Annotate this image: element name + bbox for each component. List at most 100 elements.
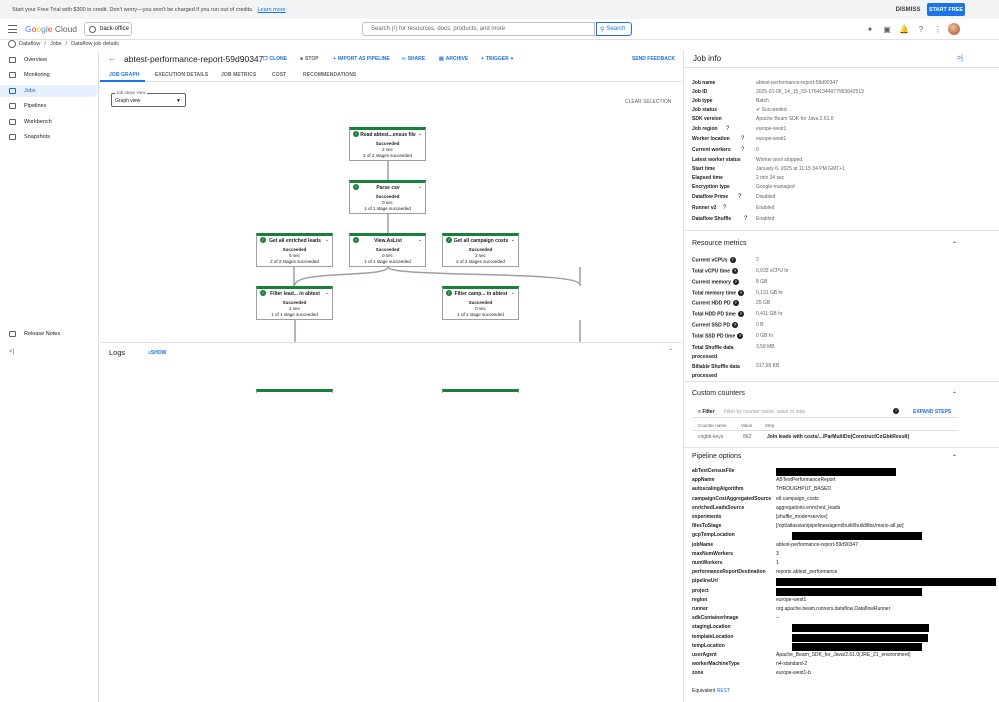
chevron-down-icon[interactable]: ⌄ xyxy=(418,237,422,243)
learn-more-link[interactable]: Learn more xyxy=(257,7,285,13)
cloud-shell-icon[interactable]: ▣ xyxy=(882,24,892,34)
graph-node[interactable]: ✓ View.AsList ⌄ Succeeded 0 sec 1 of 1 s… xyxy=(349,233,426,267)
info-key: Current workers xyxy=(692,147,731,153)
help-icon[interactable]: ? xyxy=(916,24,926,34)
sidebar-item-jobs[interactable]: Jobs xyxy=(0,85,98,97)
filter-input[interactable]: Filter by counter name, value or step xyxy=(724,409,805,415)
stop-icon: ■ xyxy=(300,56,304,62)
tab-bar: JOB GRAPH EXECUTION DETAILS JOB METRICS … xyxy=(100,70,682,82)
rest-link[interactable]: REST xyxy=(717,688,730,694)
sidebar-item-pipelines[interactable]: Pipelines xyxy=(0,100,99,112)
redacted-value xyxy=(792,633,928,642)
info-value: 0 xyxy=(756,147,759,153)
tab-job-graph[interactable]: JOB GRAPH xyxy=(109,72,140,78)
help-icon[interactable]: ? xyxy=(737,311,744,317)
redacted-value xyxy=(792,642,922,651)
avatar[interactable] xyxy=(948,23,960,35)
job-status-text: Succeeded xyxy=(761,107,787,113)
graph-node[interactable]: ✓ Parse csv ⌄ Succeeded 0 sec 1 of 1 sta… xyxy=(349,180,426,214)
help-icon[interactable]: ? xyxy=(731,268,738,274)
google-cloud-logo[interactable]: Google Cloud xyxy=(25,24,77,34)
option-key: zone xyxy=(692,670,704,677)
search-input[interactable]: Search (/) for resources, docs, products… xyxy=(362,22,595,36)
start-free-button[interactable]: START FREE xyxy=(927,3,965,16)
chevron-down-icon[interactable]: ⌄ xyxy=(511,237,515,243)
collapse-icon[interactable]: ⌃ xyxy=(952,454,957,461)
chevron-down-icon[interactable]: ⌄ xyxy=(418,184,422,190)
chevron-down-icon[interactable]: ⌄ xyxy=(511,290,515,296)
graph-node-partial[interactable] xyxy=(256,389,333,393)
help-icon[interactable]: ? xyxy=(737,333,744,339)
sidebar-item-release-notes[interactable]: Release Notes xyxy=(0,328,99,340)
help-icon[interactable]: ? xyxy=(744,216,747,222)
help-icon[interactable]: ? xyxy=(732,322,739,328)
option-key: project xyxy=(692,587,709,594)
more-options-icon[interactable]: ⋮ xyxy=(933,24,943,34)
top-bar: Google Cloud back-office Search (/) for … xyxy=(0,19,999,40)
import-as-pipeline-button[interactable]: + IMPORT AS PIPELINE xyxy=(333,56,390,62)
help-icon[interactable]: ? xyxy=(726,126,729,132)
crumb-dataflow[interactable]: Dataflow xyxy=(19,41,40,47)
stop-button[interactable]: ■ STOP xyxy=(300,56,319,62)
help-icon[interactable]: ? xyxy=(723,205,726,211)
search-button[interactable]: ⚲ Search xyxy=(596,22,632,36)
chevron-down-icon[interactable]: ⌄ xyxy=(325,237,329,243)
help-icon[interactable]: ? xyxy=(738,194,741,200)
logs-title: Logs xyxy=(109,348,126,357)
collapse-icon[interactable]: ⌃ xyxy=(952,241,957,248)
chevron-down-icon[interactable]: ⌄ xyxy=(418,131,422,137)
tab-recommendations[interactable]: RECOMMENDATIONS xyxy=(303,72,356,78)
trigger-button[interactable]: + TRIGGER ▾ xyxy=(481,56,513,62)
expand-logs-icon[interactable]: ⌃ xyxy=(668,348,673,355)
graph-node[interactable]: ✓ Filter camp... in abtest ⌄ Succeeded 0… xyxy=(442,286,519,320)
info-value: abtest-performance-report-59d90347 xyxy=(756,80,838,86)
back-arrow-icon[interactable]: ← xyxy=(108,54,116,63)
tab-job-metrics[interactable]: JOB METRICS xyxy=(221,72,256,78)
tab-cost[interactable]: COST xyxy=(272,72,286,78)
crumb-jobs[interactable]: Jobs xyxy=(50,41,62,47)
crumb-separator: / xyxy=(44,41,46,47)
divider xyxy=(692,430,958,431)
send-feedback-button[interactable]: SEND FEEDBACK xyxy=(632,56,675,62)
redacted-value xyxy=(776,587,922,596)
divider xyxy=(684,447,999,448)
clear-selection-button[interactable]: CLEAR SELECTION xyxy=(625,99,671,105)
jobs-icon xyxy=(9,88,16,94)
close-panel-icon[interactable]: >| xyxy=(957,55,963,62)
help-icon[interactable]: ? xyxy=(729,257,736,263)
archive-button[interactable]: ▤ ARCHIVE xyxy=(439,56,468,62)
menu-icon[interactable] xyxy=(8,25,17,33)
sidebar-item-workbench[interactable]: Workbench xyxy=(0,116,99,128)
chevron-down-icon[interactable]: ⌄ xyxy=(325,290,329,296)
show-logs-button[interactable]: ≡SHOW xyxy=(148,350,166,356)
graph-node[interactable]: ✓ Read abtest...ensus file ⌄ Succeeded 2… xyxy=(349,127,426,161)
sidebar-item-overview[interactable]: Overview xyxy=(0,54,99,66)
option-key: tempLocation xyxy=(692,642,725,649)
counter-filter[interactable]: ≡ Filter Filter by counter name, value o… xyxy=(692,406,958,418)
notifications-icon[interactable]: 🔔 xyxy=(899,24,909,34)
help-icon[interactable]: ? xyxy=(741,147,744,153)
collapse-sidebar-icon[interactable]: <| xyxy=(9,349,14,355)
sidebar-item-monitoring[interactable]: Monitoring xyxy=(0,69,99,81)
clone-button[interactable]: ❐ CLONE xyxy=(263,56,287,62)
graph-node[interactable]: ✓ Filter lead... in abtest ⌄ Succeeded 1… xyxy=(256,286,333,320)
help-icon[interactable]: ? xyxy=(893,408,899,414)
graph-node[interactable]: ✓ Get all campaign costs ⌄ Succeeded 2 s… xyxy=(442,233,519,267)
job-steps-view-select[interactable]: Job steps view Graph view ▼ xyxy=(111,90,186,107)
tab-execution-details[interactable]: EXECUTION DETAILS xyxy=(155,72,208,78)
help-icon[interactable]: ? xyxy=(741,136,744,142)
help-icon[interactable]: ? xyxy=(732,300,739,306)
help-icon[interactable]: ? xyxy=(738,290,745,296)
graph-node[interactable]: ✓ Get all enriched leads ⌄ Succeeded 5 s… xyxy=(256,233,333,267)
expand-steps-button[interactable]: EXPAND STEPS xyxy=(913,409,951,415)
collapse-icon[interactable]: ⌃ xyxy=(952,391,957,398)
project-selector[interactable]: back-office xyxy=(84,22,132,36)
dismiss-button[interactable]: DISMISS xyxy=(893,3,923,16)
option-value: reports.abtest_performance xyxy=(776,569,838,576)
gemini-icon[interactable]: ✦ xyxy=(865,24,875,34)
resource-value: 0 B xyxy=(756,322,764,328)
sidebar-item-snapshots[interactable]: Snapshots xyxy=(0,131,99,143)
help-icon[interactable]: ? xyxy=(732,279,739,285)
graph-node-partial[interactable] xyxy=(442,389,519,393)
share-button[interactable]: ∞ SHARE xyxy=(402,56,425,62)
